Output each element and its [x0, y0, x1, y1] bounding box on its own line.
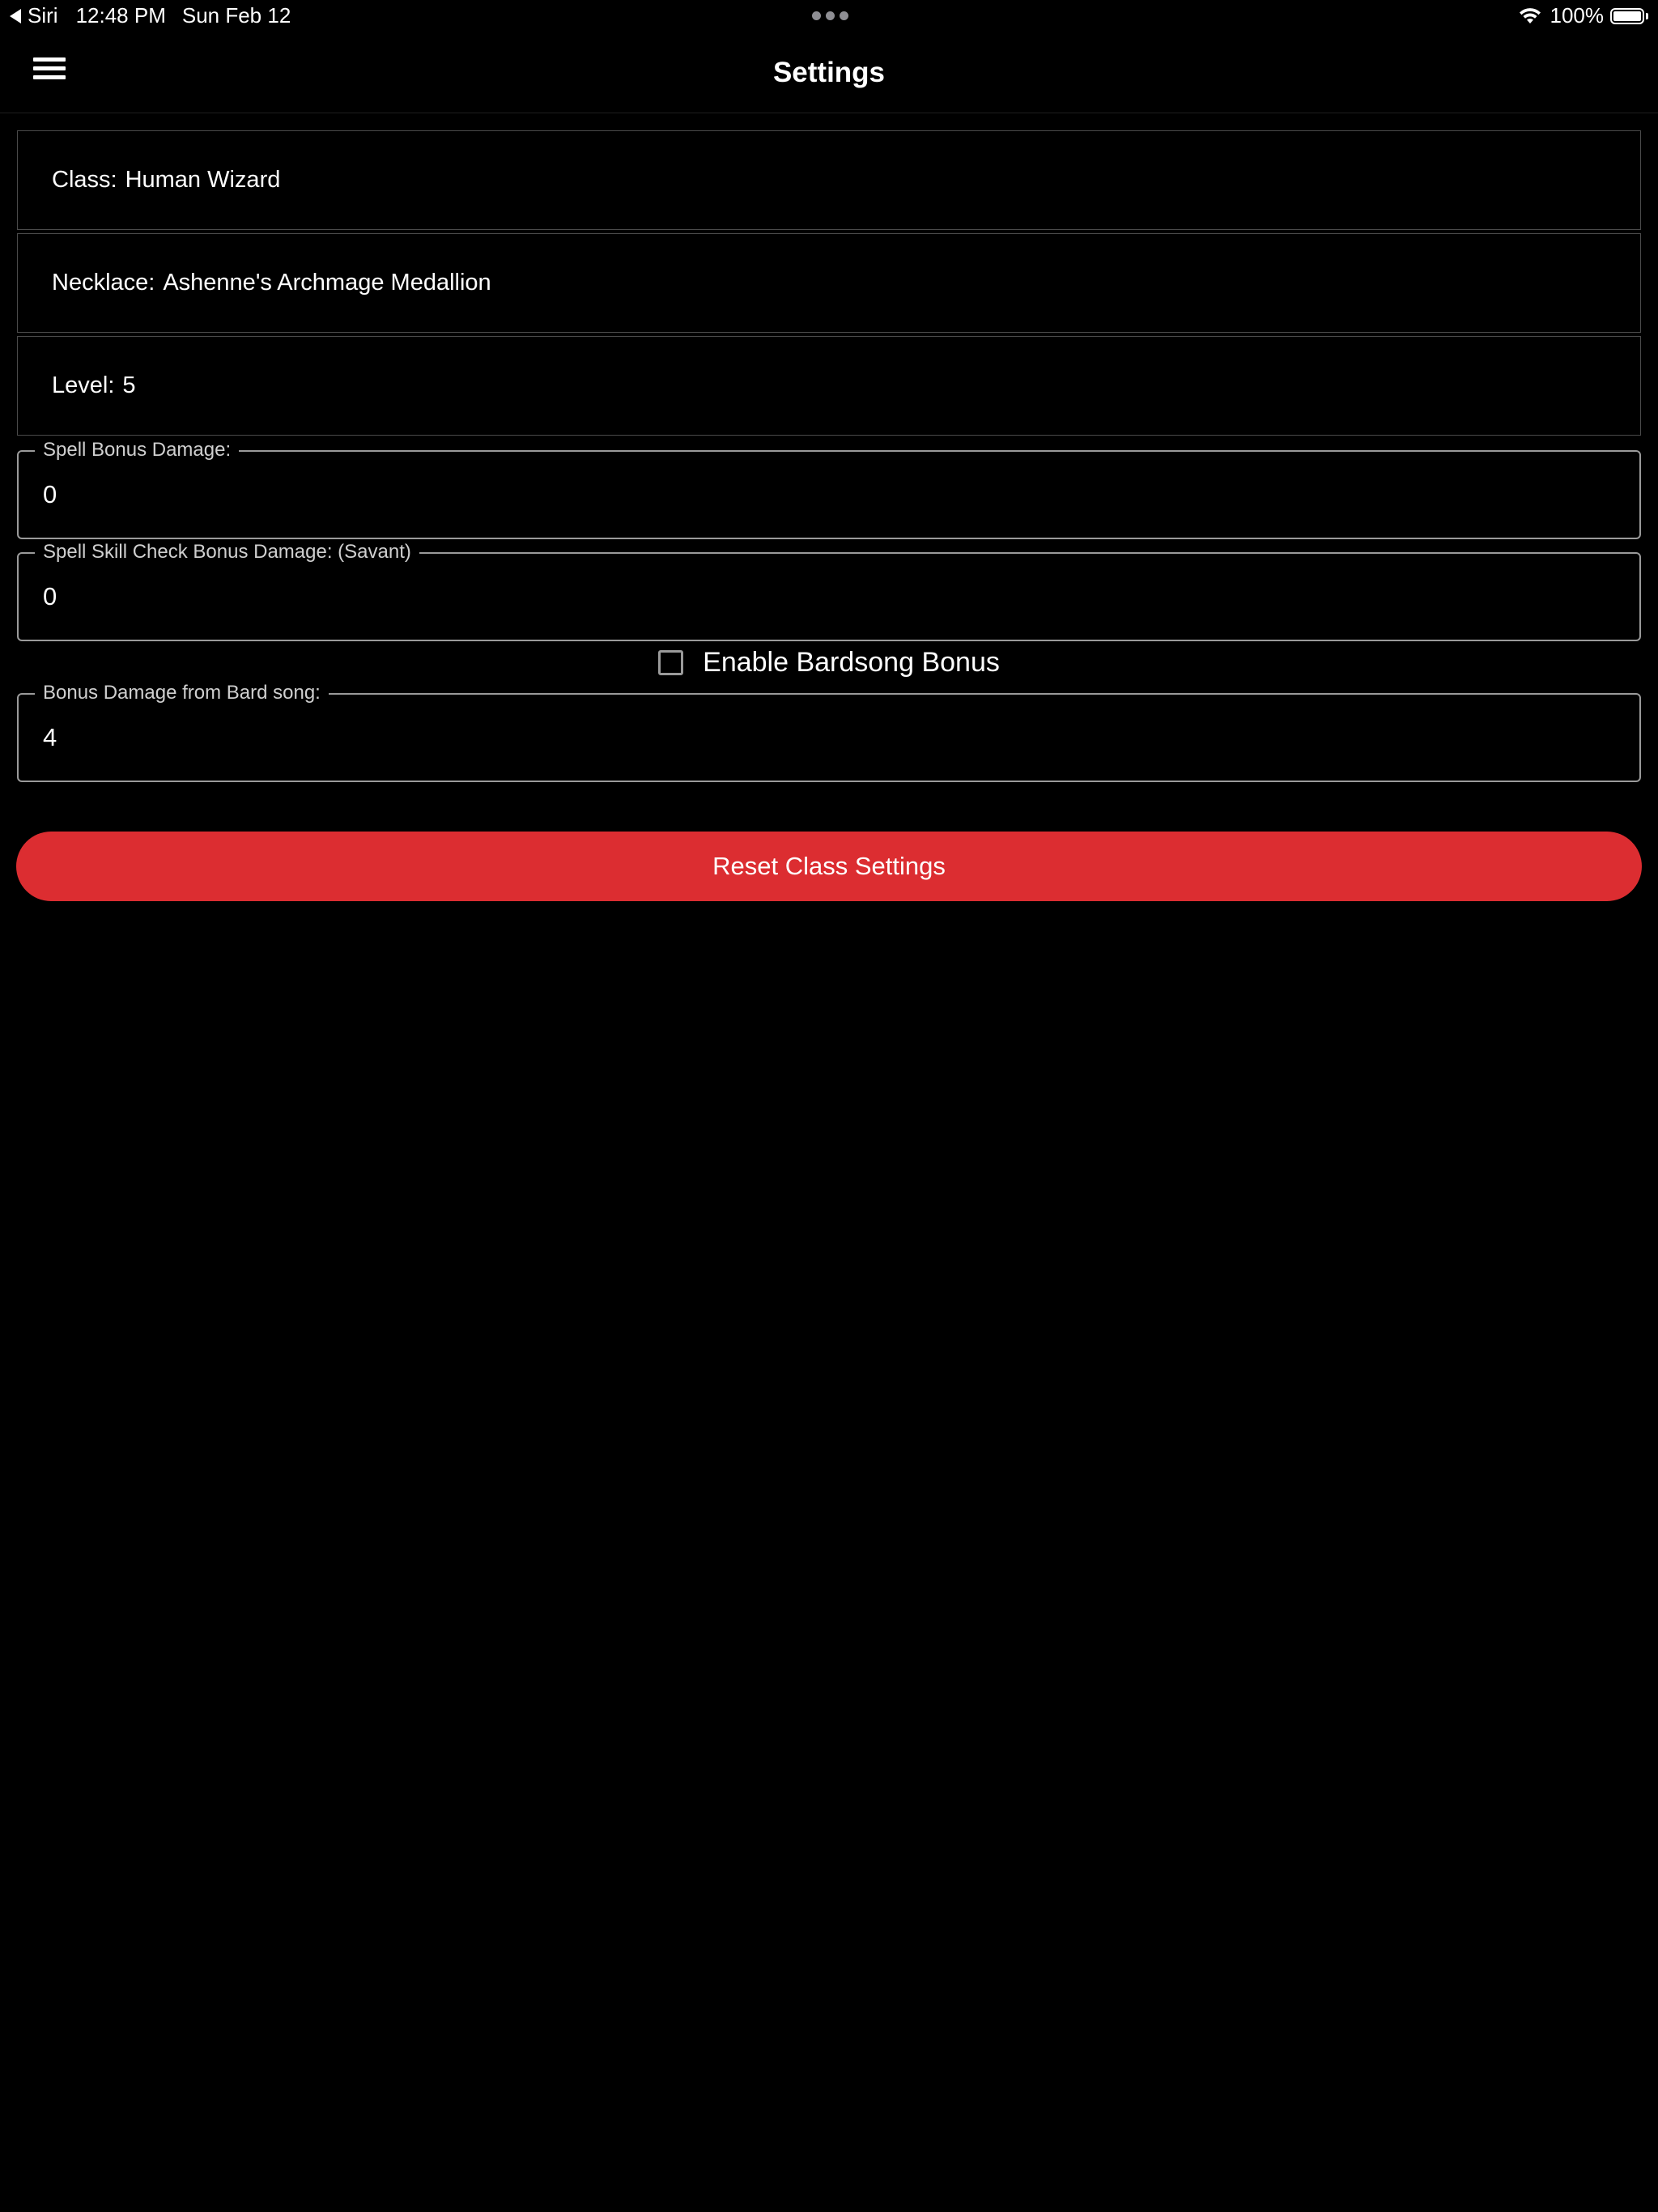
- spell-bonus-damage-input[interactable]: [43, 474, 1581, 515]
- class-value: Human Wizard: [125, 167, 281, 193]
- status-bar: Siri 12:48 PM Sun Feb 12 100%: [0, 0, 1658, 32]
- reset-button-label: Reset Class Settings: [712, 852, 946, 880]
- back-to-app-link[interactable]: Siri: [10, 3, 58, 28]
- nav-bar: Settings: [0, 32, 1658, 113]
- battery-percent: 100%: [1550, 3, 1605, 28]
- level-label: Level:: [52, 372, 115, 398]
- back-arrow-icon: [10, 8, 21, 23]
- spell-bonus-damage-label: Spell Bonus Damage:: [35, 439, 240, 462]
- level-value: 5: [122, 372, 136, 398]
- status-left: Siri 12:48 PM Sun Feb 12: [10, 3, 291, 28]
- necklace-label: Necklace:: [52, 270, 155, 296]
- level-row[interactable]: Level: 5: [17, 336, 1641, 436]
- class-row[interactable]: Class: Human Wizard: [17, 130, 1641, 230]
- page-title: Settings: [772, 57, 886, 88]
- checkbox-icon[interactable]: [658, 649, 684, 675]
- status-right: 100%: [1518, 3, 1648, 28]
- bard-song-bonus-field: Bonus Damage from Bard song:: [17, 682, 1641, 782]
- spell-skill-check-bonus-field: Spell Skill Check Bonus Damage: (Savant): [17, 541, 1641, 641]
- bard-song-bonus-label: Bonus Damage from Bard song:: [35, 682, 329, 704]
- battery-icon: [1610, 7, 1648, 24]
- spell-bonus-damage-field: Spell Bonus Damage:: [17, 439, 1641, 539]
- multitasking-dots-icon[interactable]: [812, 11, 848, 20]
- necklace-row[interactable]: Necklace: Ashenne's Archmage Medallion: [17, 233, 1641, 333]
- wifi-icon: [1519, 7, 1541, 23]
- spell-skill-check-bonus-input[interactable]: [43, 576, 1581, 617]
- necklace-value: Ashenne's Archmage Medallion: [163, 270, 491, 296]
- reset-class-settings-button[interactable]: Reset Class Settings: [16, 832, 1642, 901]
- class-label: Class:: [52, 167, 117, 193]
- spell-skill-check-bonus-label: Spell Skill Check Bonus Damage: (Savant): [35, 541, 419, 564]
- status-date: Sun Feb 12: [181, 3, 291, 28]
- status-time: 12:48 PM: [75, 3, 166, 28]
- bardsong-checkbox-row: Enable Bardsong Bonus: [0, 644, 1658, 680]
- bard-song-bonus-input[interactable]: [43, 717, 1581, 758]
- back-app-label: Siri: [28, 3, 58, 28]
- bardsong-checkbox[interactable]: Enable Bardsong Bonus: [658, 647, 1000, 678]
- bardsong-checkbox-label: Enable Bardsong Bonus: [703, 646, 1000, 678]
